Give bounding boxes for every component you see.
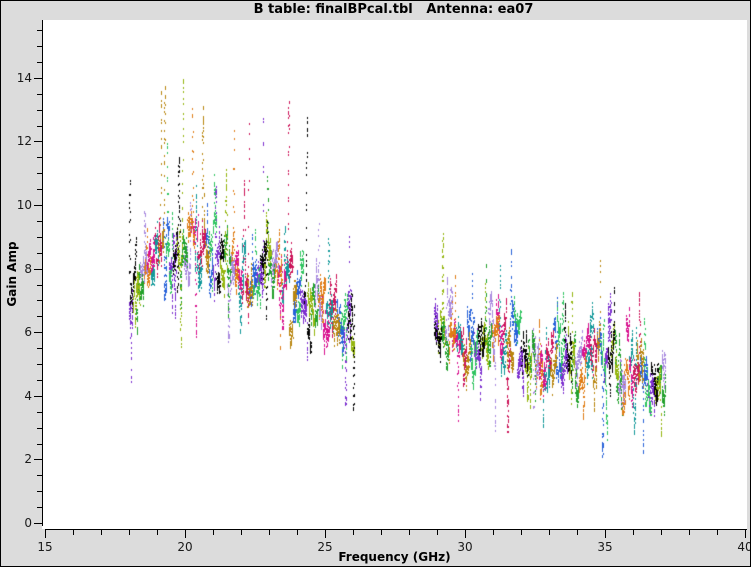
x-minor-tick <box>353 530 354 535</box>
y-tick-label: 14 <box>4 72 32 84</box>
x-tick-label: 30 <box>445 541 485 553</box>
x-minor-tick <box>409 530 410 535</box>
plot-title: B table: finalBPcal.tbl Antenna: ea07 <box>41 2 746 18</box>
y-tick-label: 12 <box>4 135 32 147</box>
x-minor-tick <box>269 530 270 535</box>
x-major-tick <box>745 530 746 538</box>
y-tick-label: 4 <box>4 390 32 402</box>
y-minor-tick <box>37 364 42 365</box>
y-minor-tick <box>37 126 42 127</box>
x-minor-tick <box>157 530 158 535</box>
y-axis <box>42 20 43 526</box>
y-tick-label: 0 <box>4 517 32 529</box>
x-minor-tick <box>521 530 522 535</box>
y-minor-tick <box>37 157 42 158</box>
x-minor-tick <box>661 530 662 535</box>
x-major-tick <box>185 530 186 538</box>
x-tick-label: 35 <box>585 541 625 553</box>
y-minor-tick <box>37 348 42 349</box>
y-minor-tick <box>37 94 42 95</box>
y-minor-tick <box>37 316 42 317</box>
y-minor-tick <box>37 221 42 222</box>
x-tick-label: 20 <box>165 541 205 553</box>
plot-area <box>42 20 747 529</box>
x-major-tick <box>605 530 606 538</box>
y-minor-tick <box>37 412 42 413</box>
x-tick-label: 25 <box>305 541 345 553</box>
y-minor-tick <box>37 428 42 429</box>
x-minor-tick <box>717 530 718 535</box>
y-major-tick <box>34 459 42 460</box>
x-axis-title: Frequency (GHz) <box>42 550 747 564</box>
y-tick-label: 6 <box>4 326 32 338</box>
y-minor-tick <box>37 475 42 476</box>
y-minor-tick <box>37 380 42 381</box>
x-minor-tick <box>633 530 634 535</box>
y-minor-tick <box>37 173 42 174</box>
y-major-tick <box>34 332 42 333</box>
y-major-tick <box>34 269 42 270</box>
y-minor-tick <box>37 444 42 445</box>
y-major-tick <box>34 523 42 524</box>
y-major-tick <box>34 205 42 206</box>
y-tick-label: 10 <box>4 199 32 211</box>
x-minor-tick <box>213 530 214 535</box>
x-axis <box>45 529 747 530</box>
x-minor-tick <box>241 530 242 535</box>
y-minor-tick <box>37 300 42 301</box>
x-minor-tick <box>381 530 382 535</box>
x-minor-tick <box>577 530 578 535</box>
x-minor-tick <box>437 530 438 535</box>
x-minor-tick <box>493 530 494 535</box>
y-minor-tick <box>37 285 42 286</box>
y-minor-tick <box>37 110 42 111</box>
y-tick-label: 2 <box>4 453 32 465</box>
y-minor-tick <box>37 46 42 47</box>
y-minor-tick <box>37 237 42 238</box>
y-major-tick <box>34 396 42 397</box>
x-major-tick <box>465 530 466 538</box>
x-tick-label: 15 <box>25 541 65 553</box>
y-minor-tick <box>37 62 42 63</box>
plot-window: B table: finalBPcal.tbl Antenna: ea07 Ga… <box>0 0 751 567</box>
x-minor-tick <box>101 530 102 535</box>
y-minor-tick <box>37 189 42 190</box>
x-major-tick <box>45 530 46 538</box>
y-major-tick <box>34 78 42 79</box>
x-minor-tick <box>689 530 690 535</box>
x-minor-tick <box>73 530 74 535</box>
y-minor-tick <box>37 30 42 31</box>
y-minor-tick <box>37 491 42 492</box>
y-minor-tick <box>37 253 42 254</box>
y-tick-label: 8 <box>4 263 32 275</box>
x-minor-tick <box>297 530 298 535</box>
y-major-tick <box>34 141 42 142</box>
x-minor-tick <box>129 530 130 535</box>
x-minor-tick <box>549 530 550 535</box>
x-tick-label: 40 <box>725 541 751 553</box>
y-minor-tick <box>37 507 42 508</box>
x-major-tick <box>325 530 326 538</box>
